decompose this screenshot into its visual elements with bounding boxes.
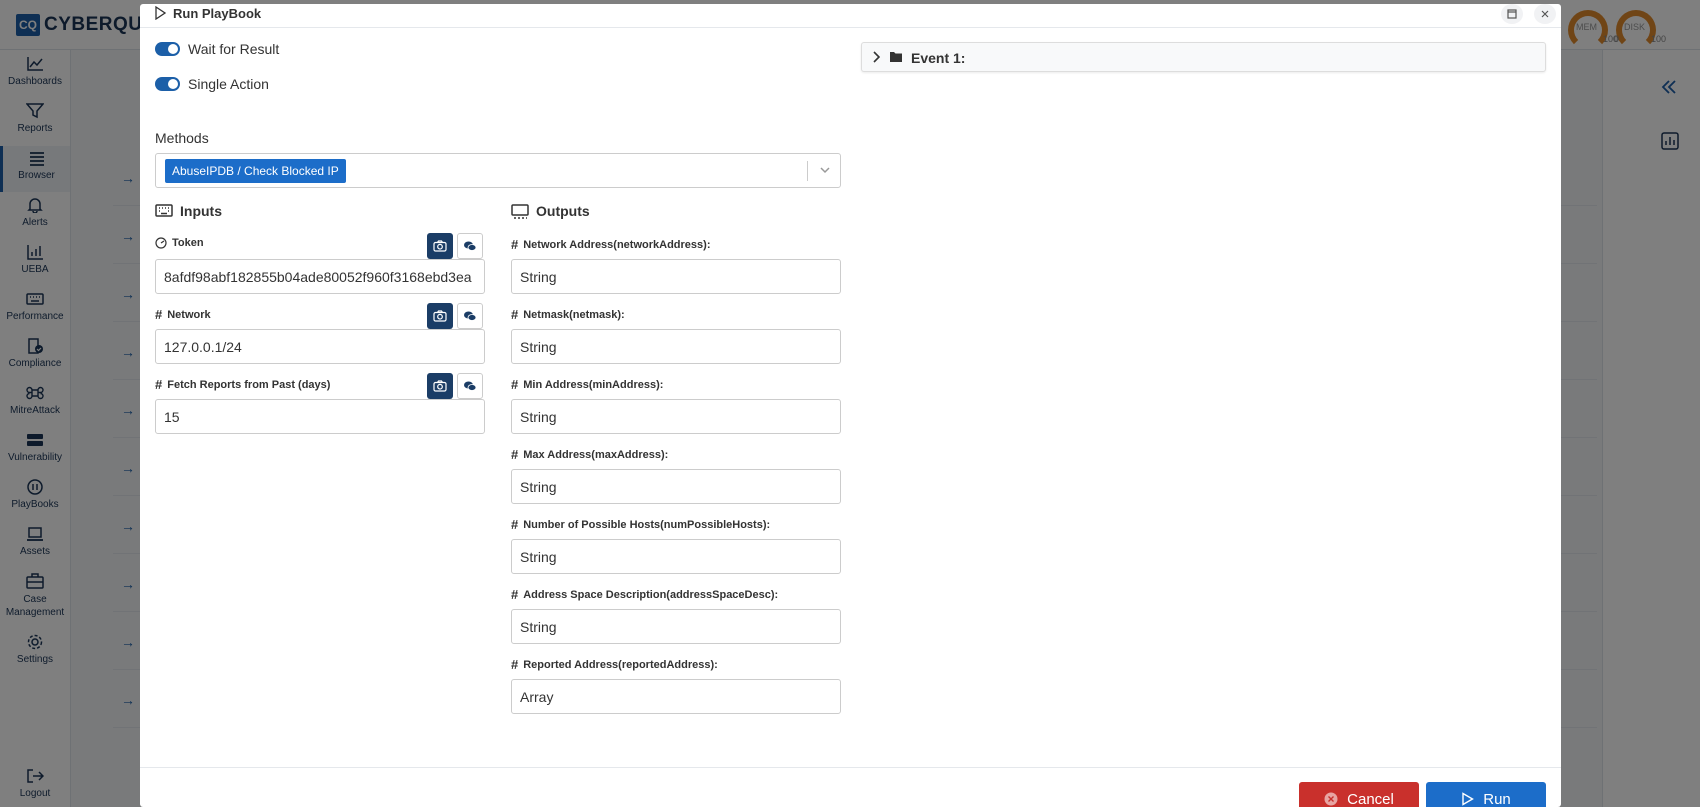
toggle-label: Wait for Result — [188, 41, 280, 57]
token-input[interactable]: 8afdf98abf182855b04ade80052f960f3168ebd3… — [155, 259, 485, 294]
modal-footer-divider — [140, 767, 1561, 768]
output-label: Netmask(netmask): — [523, 308, 625, 321]
toggle-label: Single Action — [188, 76, 269, 92]
monitor-icon — [511, 203, 529, 219]
output-label-min-address: # Min Address(minAddress): — [511, 377, 663, 392]
maximize-icon — [1507, 9, 1517, 19]
close-icon — [1541, 10, 1549, 18]
hash-icon: # — [511, 657, 519, 672]
inputs-title: Inputs — [180, 203, 222, 219]
comments-icon — [464, 381, 477, 391]
play-icon — [155, 6, 166, 20]
close-button[interactable] — [1534, 4, 1556, 24]
cancel-button[interactable]: Cancel — [1299, 782, 1419, 807]
comments-icon — [464, 241, 477, 251]
chevron-down-icon[interactable] — [818, 163, 832, 177]
hash-icon: # — [511, 307, 519, 322]
modal-title: Run PlayBook — [173, 6, 262, 21]
single-action-toggle[interactable] — [155, 77, 180, 91]
output-label: Reported Address(reportedAddress): — [523, 658, 718, 671]
output-label-reported-address: # Reported Address(reportedAddress): — [511, 657, 718, 672]
output-min-address-field[interactable]: String — [511, 399, 841, 434]
output-label-num-possible-hosts: # Number of Possible Hosts(numPossibleHo… — [511, 517, 770, 532]
select-divider — [807, 161, 808, 181]
outputs-section-title: Outputs — [511, 203, 590, 219]
wait-for-result-toggle[interactable] — [155, 42, 180, 56]
tachometer-icon — [155, 237, 167, 249]
camera-icon — [433, 380, 447, 392]
wait-for-result-toggle-row: Wait for Result — [155, 41, 279, 57]
methods-select[interactable]: AbuseIPDB / Check Blocked IP — [155, 153, 841, 188]
single-action-toggle-row: Single Action — [155, 76, 269, 92]
output-label: Max Address(maxAddress): — [523, 448, 669, 461]
input-label: Token — [172, 237, 204, 249]
network-label: # Network — [155, 307, 211, 322]
input-label: Network — [167, 308, 211, 321]
camera-icon — [433, 240, 447, 252]
output-label-address-space-desc: # Address Space Description(addressSpace… — [511, 587, 778, 602]
output-reported-address-field[interactable]: Array — [511, 679, 841, 714]
chevron-right-icon — [873, 51, 880, 63]
modal-header: Run PlayBook — [140, 4, 1561, 28]
fetch-reports-variable-button[interactable] — [457, 373, 483, 399]
token-camera-button[interactable] — [427, 233, 453, 259]
output-label-netmask: # Netmask(netmask): — [511, 307, 625, 322]
hash-icon: # — [511, 517, 519, 532]
selected-method-chip[interactable]: AbuseIPDB / Check Blocked IP — [165, 159, 346, 183]
output-label: Number of Possible Hosts(numPossibleHost… — [523, 518, 771, 531]
network-input[interactable]: 127.0.0.1/24 — [155, 329, 485, 364]
output-num-possible-hosts-field[interactable]: String — [511, 539, 841, 574]
hash-icon: # — [511, 377, 519, 392]
network-variable-button[interactable] — [457, 303, 483, 329]
output-label: Address Space Description(addressSpaceDe… — [523, 588, 779, 601]
methods-label: Methods — [155, 130, 209, 146]
event-accordion[interactable]: Event 1: — [861, 42, 1546, 72]
token-variable-button[interactable] — [457, 233, 483, 259]
fetch-reports-input[interactable]: 15 — [155, 399, 485, 434]
keyboard-icon — [155, 204, 173, 217]
run-playbook-modal: Run PlayBook Wait for Result Single Acti… — [140, 4, 1561, 807]
hash-icon: # — [155, 307, 163, 322]
hash-icon: # — [155, 377, 163, 392]
cancel-circle-icon — [1324, 792, 1338, 806]
network-camera-button[interactable] — [427, 303, 453, 329]
output-label: Min Address(minAddress): — [523, 378, 664, 391]
output-label-network-address: # Network Address(networkAddress): — [511, 237, 710, 252]
camera-icon — [433, 310, 447, 322]
token-label: Token — [155, 237, 204, 249]
hash-icon: # — [511, 237, 519, 252]
run-button[interactable]: Run — [1426, 782, 1546, 807]
hash-icon: # — [511, 447, 519, 462]
maximize-button[interactable] — [1501, 4, 1523, 24]
output-max-address-field[interactable]: String — [511, 469, 841, 504]
output-network-address-field[interactable]: String — [511, 259, 841, 294]
run-label: Run — [1483, 790, 1511, 807]
inputs-section-title: Inputs — [155, 203, 222, 219]
output-netmask-field[interactable]: String — [511, 329, 841, 364]
output-label: Network Address(networkAddress): — [523, 238, 711, 251]
play-icon — [1462, 792, 1475, 806]
comments-icon — [464, 311, 477, 321]
input-label: Fetch Reports from Past (days) — [167, 378, 331, 391]
hash-icon: # — [511, 587, 519, 602]
fetch-reports-label: # Fetch Reports from Past (days) — [155, 377, 330, 392]
event-label: Event 1: — [911, 50, 966, 66]
outputs-title: Outputs — [536, 203, 590, 219]
folder-icon — [890, 52, 902, 62]
output-address-space-desc-field[interactable]: String — [511, 609, 841, 644]
cancel-label: Cancel — [1347, 790, 1394, 807]
output-label-max-address: # Max Address(maxAddress): — [511, 447, 668, 462]
fetch-reports-camera-button[interactable] — [427, 373, 453, 399]
